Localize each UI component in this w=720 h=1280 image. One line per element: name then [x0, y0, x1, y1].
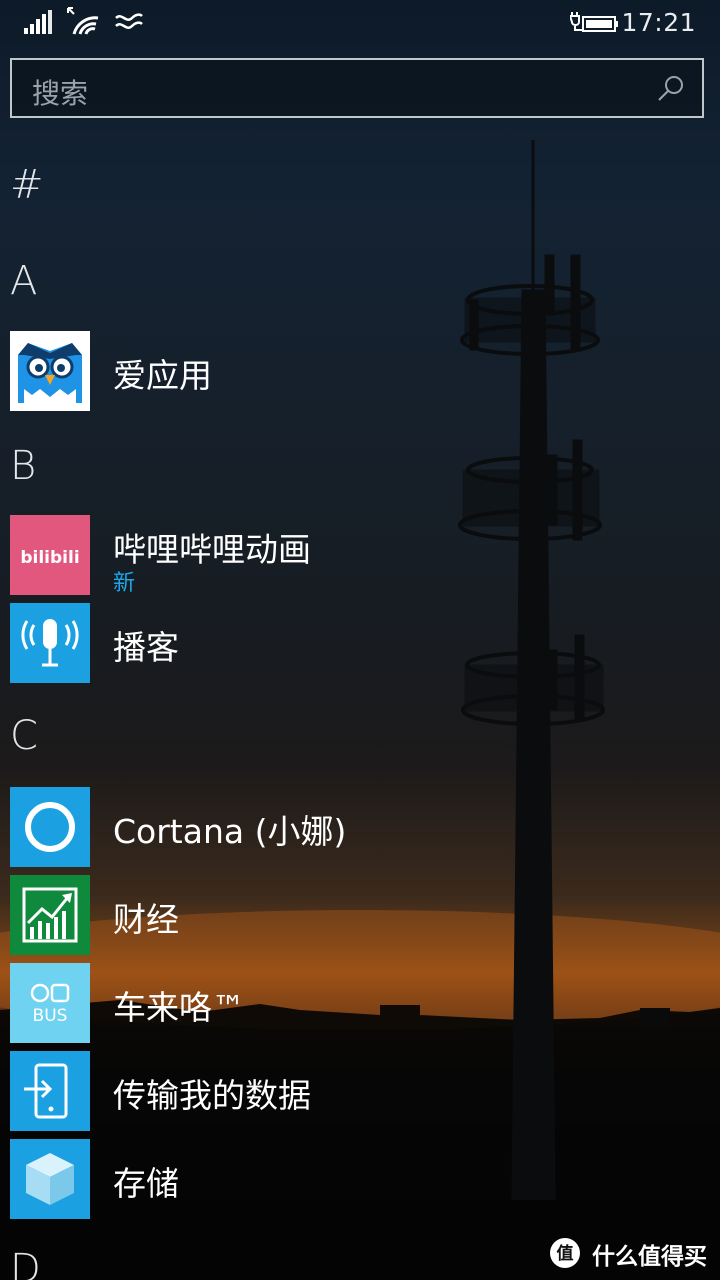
app-item-chelaile[interactable]: BUS 车来咯™: [10, 963, 690, 1043]
app-tile: [10, 875, 90, 955]
app-item-finance[interactable]: 财经: [10, 875, 690, 955]
app-name: 爱应用: [113, 356, 212, 395]
section-header-c[interactable]: C: [10, 713, 38, 759]
transfer-phone-icon: [24, 1063, 68, 1119]
smzdm-logo-icon: 值: [550, 1238, 580, 1268]
app-tile: [10, 603, 90, 683]
app-tile: [10, 1139, 90, 1219]
all-apps-list: # A 爱应用 B bilibili 哔哩哔哩动画 新 播客 C Cortana…: [0, 0, 720, 1280]
app-name: 哔哩哔哩动画: [113, 530, 311, 569]
app-item-aiyingyong[interactable]: 爱应用: [10, 331, 690, 411]
bilibili-logo-text: bilibili: [20, 548, 79, 568]
app-name: 播客: [113, 628, 179, 667]
app-name: 财经: [113, 900, 179, 939]
app-name: 传输我的数据: [113, 1076, 311, 1115]
start-screen: 17:21 搜索 # A 爱应用 B bilibili 哔哩哔哩动画 新 播客 …: [0, 0, 720, 1280]
svg-text:值: 值: [557, 1243, 574, 1264]
app-name: Cortana (小娜): [113, 812, 347, 851]
owl-icon: [18, 343, 82, 403]
app-name: 车来咯™: [113, 988, 245, 1027]
bus-icon: BUS: [30, 983, 70, 1026]
section-header-d[interactable]: D: [10, 1246, 41, 1280]
app-tile: bilibili: [10, 515, 90, 595]
app-tile: [10, 1051, 90, 1131]
storage-cube-icon: [26, 1153, 74, 1205]
app-item-podcast[interactable]: 播客: [10, 603, 690, 683]
app-name: 存储: [113, 1164, 179, 1203]
section-header-a[interactable]: A: [10, 258, 37, 304]
watermark-text: 什么值得买: [592, 1244, 707, 1270]
section-header-hash[interactable]: #: [10, 162, 44, 208]
app-tile: BUS: [10, 963, 90, 1043]
app-item-transfer-data[interactable]: 传输我的数据: [10, 1051, 690, 1131]
app-item-storage[interactable]: 存储: [10, 1139, 690, 1219]
podcast-microphone-icon: [21, 619, 79, 667]
section-header-b[interactable]: B: [10, 443, 36, 489]
finance-chart-icon: [22, 887, 78, 943]
bus-logo-text: BUS: [33, 1006, 68, 1026]
bilibili-logo-icon: bilibili: [20, 548, 79, 568]
app-item-bilibili[interactable]: bilibili 哔哩哔哩动画 新: [10, 515, 690, 596]
app-tile: [10, 331, 90, 411]
app-tile: [10, 787, 90, 867]
app-new-badge: 新: [113, 571, 136, 596]
app-item-cortana[interactable]: Cortana (小娜): [10, 787, 690, 867]
cortana-ring-icon: [25, 802, 75, 852]
